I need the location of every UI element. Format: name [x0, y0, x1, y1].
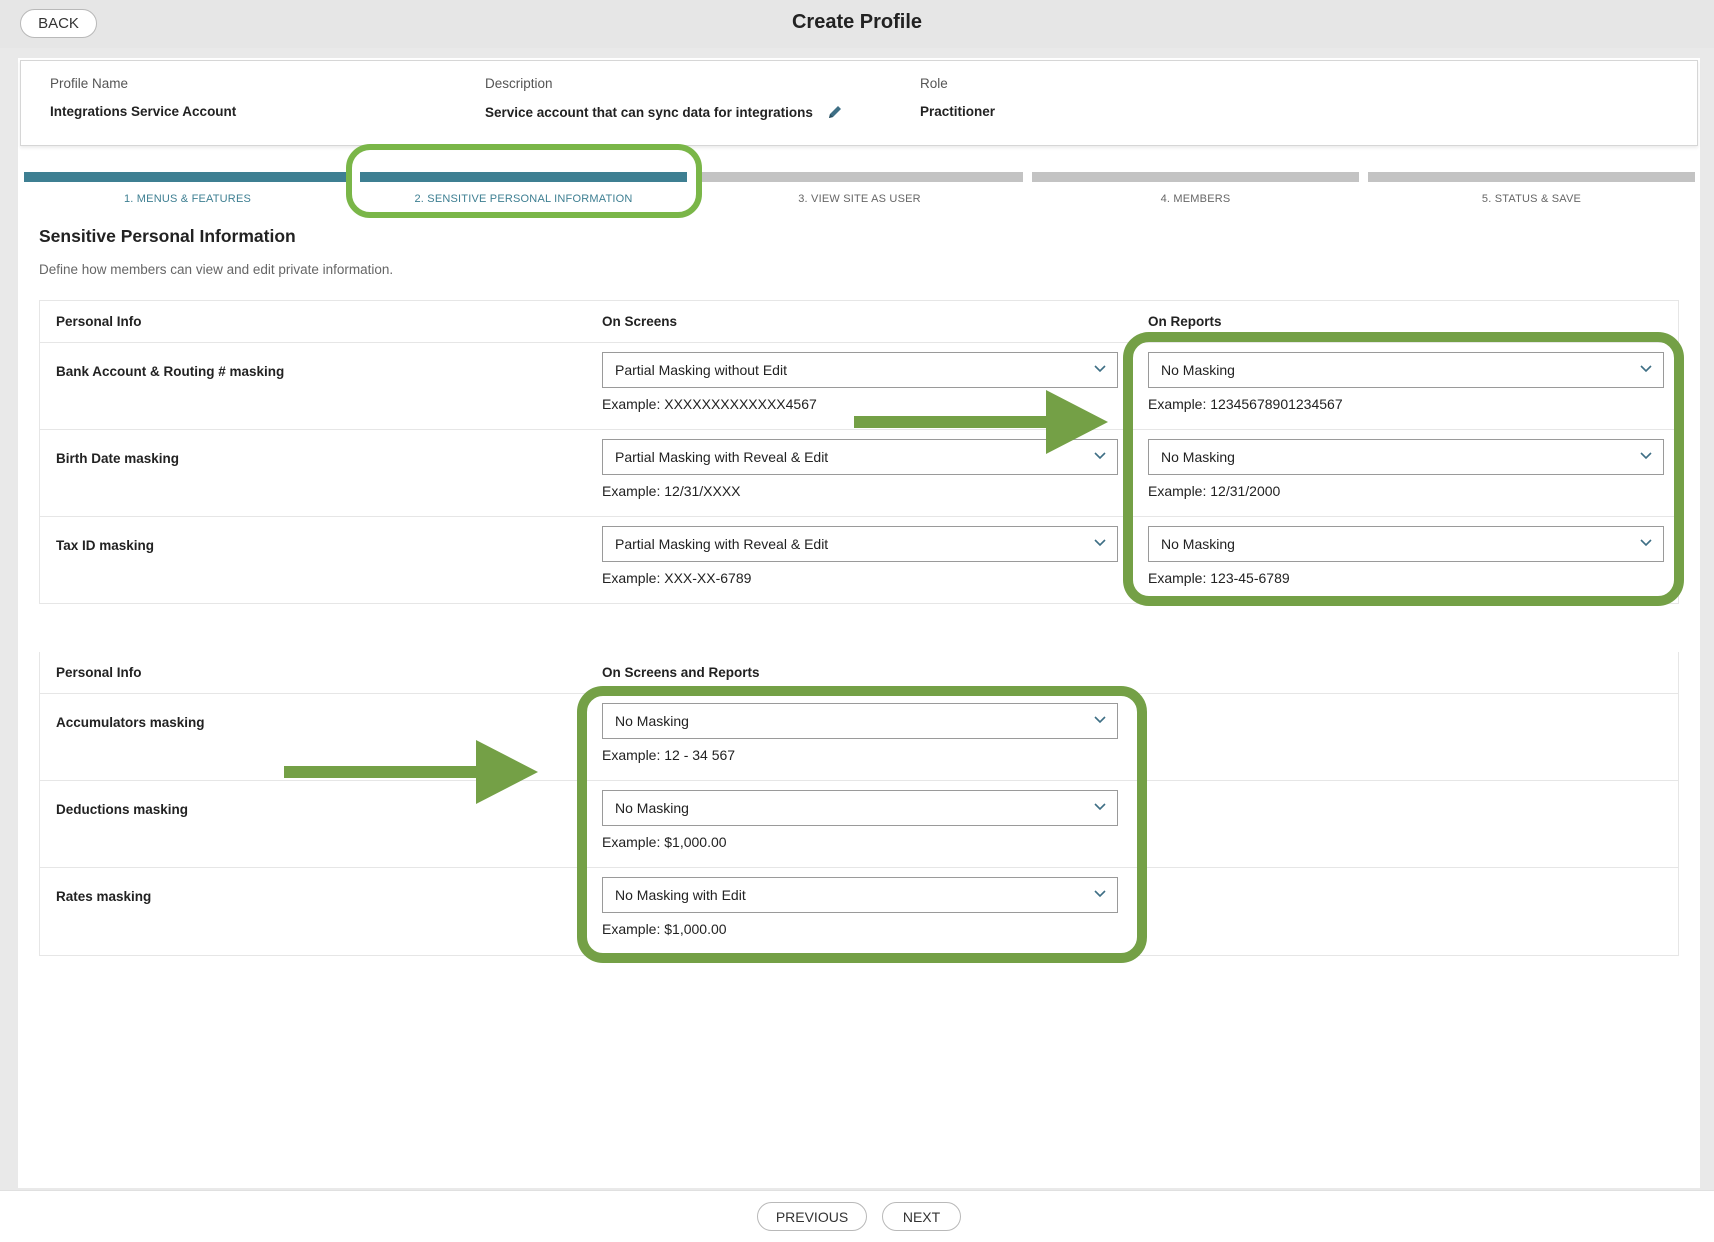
- reports-masking-select[interactable]: No Masking: [1148, 439, 1664, 475]
- chevron-down-icon: [1094, 365, 1106, 373]
- screens-and-reports-masking-select[interactable]: No Masking: [602, 703, 1118, 739]
- column-header-on-screens: On Screens: [602, 314, 678, 329]
- table-row: Tax ID masking Partial Masking with Reve…: [40, 516, 1678, 603]
- arrow-right-icon: [284, 740, 538, 804]
- page-title: Create Profile: [791, 11, 923, 33]
- column-header-on-reports: On Reports: [1148, 314, 1222, 329]
- step-bar: [360, 172, 687, 182]
- row-label: Accumulators masking: [56, 715, 205, 730]
- select-value: No Masking: [1161, 449, 1235, 465]
- step-bar: [1368, 172, 1695, 182]
- column-header-personal-info: Personal Info: [56, 665, 142, 680]
- chevron-down-icon: [1640, 452, 1652, 460]
- masking-table-screens-and-reports: Personal Info On Screens and Reports Acc…: [39, 652, 1679, 956]
- screens-example: Example: 12/31/XXXX: [602, 483, 741, 499]
- reports-example: Example: 12345678901234567: [1148, 396, 1343, 412]
- previous-button[interactable]: PREVIOUS: [757, 1202, 867, 1231]
- step-label: 3. VIEW SITE AS USER: [798, 193, 921, 205]
- masking-example: Example: $1,000.00: [602, 834, 727, 850]
- select-value: No Masking: [615, 800, 689, 816]
- select-value: Partial Masking without Edit: [615, 362, 787, 378]
- progress-stepper: 1. MENUS & FEATURES 2. SENSITIVE PERSONA…: [24, 172, 1695, 212]
- description-label: Description: [485, 76, 553, 91]
- next-button[interactable]: NEXT: [882, 1202, 961, 1231]
- row-label: Deductions masking: [56, 802, 189, 817]
- profile-name-label: Profile Name: [50, 76, 129, 91]
- screens-and-reports-masking-select[interactable]: No Masking: [602, 790, 1118, 826]
- select-value: Partial Masking with Reveal & Edit: [615, 536, 829, 552]
- description-text: Service account that can sync data for i…: [485, 104, 813, 120]
- chevron-down-icon: [1094, 716, 1106, 724]
- profile-summary-card: Profile Name Integrations Service Accoun…: [20, 60, 1698, 146]
- column-header-personal-info: Personal Info: [56, 314, 142, 329]
- section-title: Sensitive Personal Information: [39, 226, 296, 246]
- row-label: Rates masking: [56, 889, 152, 904]
- step-label: 1. MENUS & FEATURES: [123, 193, 252, 205]
- row-label: Birth Date masking: [56, 451, 180, 466]
- screens-masking-select[interactable]: Partial Masking without Edit: [602, 352, 1118, 388]
- chevron-down-icon: [1640, 539, 1652, 547]
- select-value: No Masking: [1161, 536, 1235, 552]
- select-value: No Masking: [1161, 362, 1235, 378]
- step-members[interactable]: 4. MEMBERS: [1032, 172, 1359, 205]
- step-label: 2. SENSITIVE PERSONAL INFORMATION: [414, 193, 633, 205]
- row-label: Bank Account & Routing # masking: [56, 364, 285, 379]
- description-value: Service account that can sync data for i…: [485, 104, 843, 120]
- top-bar: BACK Create Profile: [0, 0, 1714, 48]
- chevron-down-icon: [1094, 803, 1106, 811]
- screens-example: Example: XXX-XX-6789: [602, 570, 752, 586]
- screens-masking-select[interactable]: Partial Masking with Reveal & Edit: [602, 526, 1118, 562]
- step-bar: [696, 172, 1023, 182]
- role-value: Practitioner: [920, 104, 995, 119]
- footer-bar: PREVIOUS NEXT: [0, 1190, 1714, 1242]
- step-view-site-as-user[interactable]: 3. VIEW SITE AS USER: [696, 172, 1023, 205]
- profile-name-text: Integrations Service Account: [50, 104, 237, 119]
- step-label: 5. STATUS & SAVE: [1481, 193, 1582, 205]
- chevron-down-icon: [1094, 890, 1106, 898]
- row-label: Tax ID masking: [56, 538, 155, 553]
- chevron-down-icon: [1094, 539, 1106, 547]
- arrow-right-icon: [854, 390, 1108, 454]
- step-status-save[interactable]: 5. STATUS & SAVE: [1368, 172, 1695, 205]
- step-bar: [24, 172, 351, 182]
- masking-example: Example: 12 - 34 567: [602, 747, 736, 763]
- step-menus-features[interactable]: 1. MENUS & FEATURES: [24, 172, 351, 205]
- reports-example: Example: 123-45-6789: [1148, 570, 1290, 586]
- reports-masking-select[interactable]: No Masking: [1148, 352, 1664, 388]
- screens-example: Example: XXXXXXXXXXXXX4567: [602, 396, 817, 412]
- step-sensitive-personal-information[interactable]: 2. SENSITIVE PERSONAL INFORMATION: [360, 172, 687, 205]
- role-label: Role: [920, 76, 948, 91]
- reports-example: Example: 12/31/2000: [1148, 483, 1281, 499]
- masking-example: Example: $1,000.00: [602, 921, 727, 937]
- select-value: No Masking with Edit: [615, 887, 746, 903]
- select-value: Partial Masking with Reveal & Edit: [615, 449, 829, 465]
- pencil-icon[interactable]: [827, 104, 843, 120]
- table-row: Rates masking No Masking with Edit Examp…: [40, 867, 1678, 954]
- select-value: No Masking: [615, 713, 689, 729]
- section-description: Define how members can view and edit pri…: [39, 262, 394, 277]
- chevron-down-icon: [1640, 365, 1652, 373]
- profile-name-value: Integrations Service Account: [50, 104, 236, 119]
- column-header-on-screens-and-reports: On Screens and Reports: [602, 665, 760, 680]
- reports-masking-select[interactable]: No Masking: [1148, 526, 1664, 562]
- role-text: Practitioner: [920, 104, 996, 119]
- step-bar: [1032, 172, 1359, 182]
- step-label: 4. MEMBERS: [1160, 193, 1231, 205]
- screens-and-reports-masking-select[interactable]: No Masking with Edit: [602, 877, 1118, 913]
